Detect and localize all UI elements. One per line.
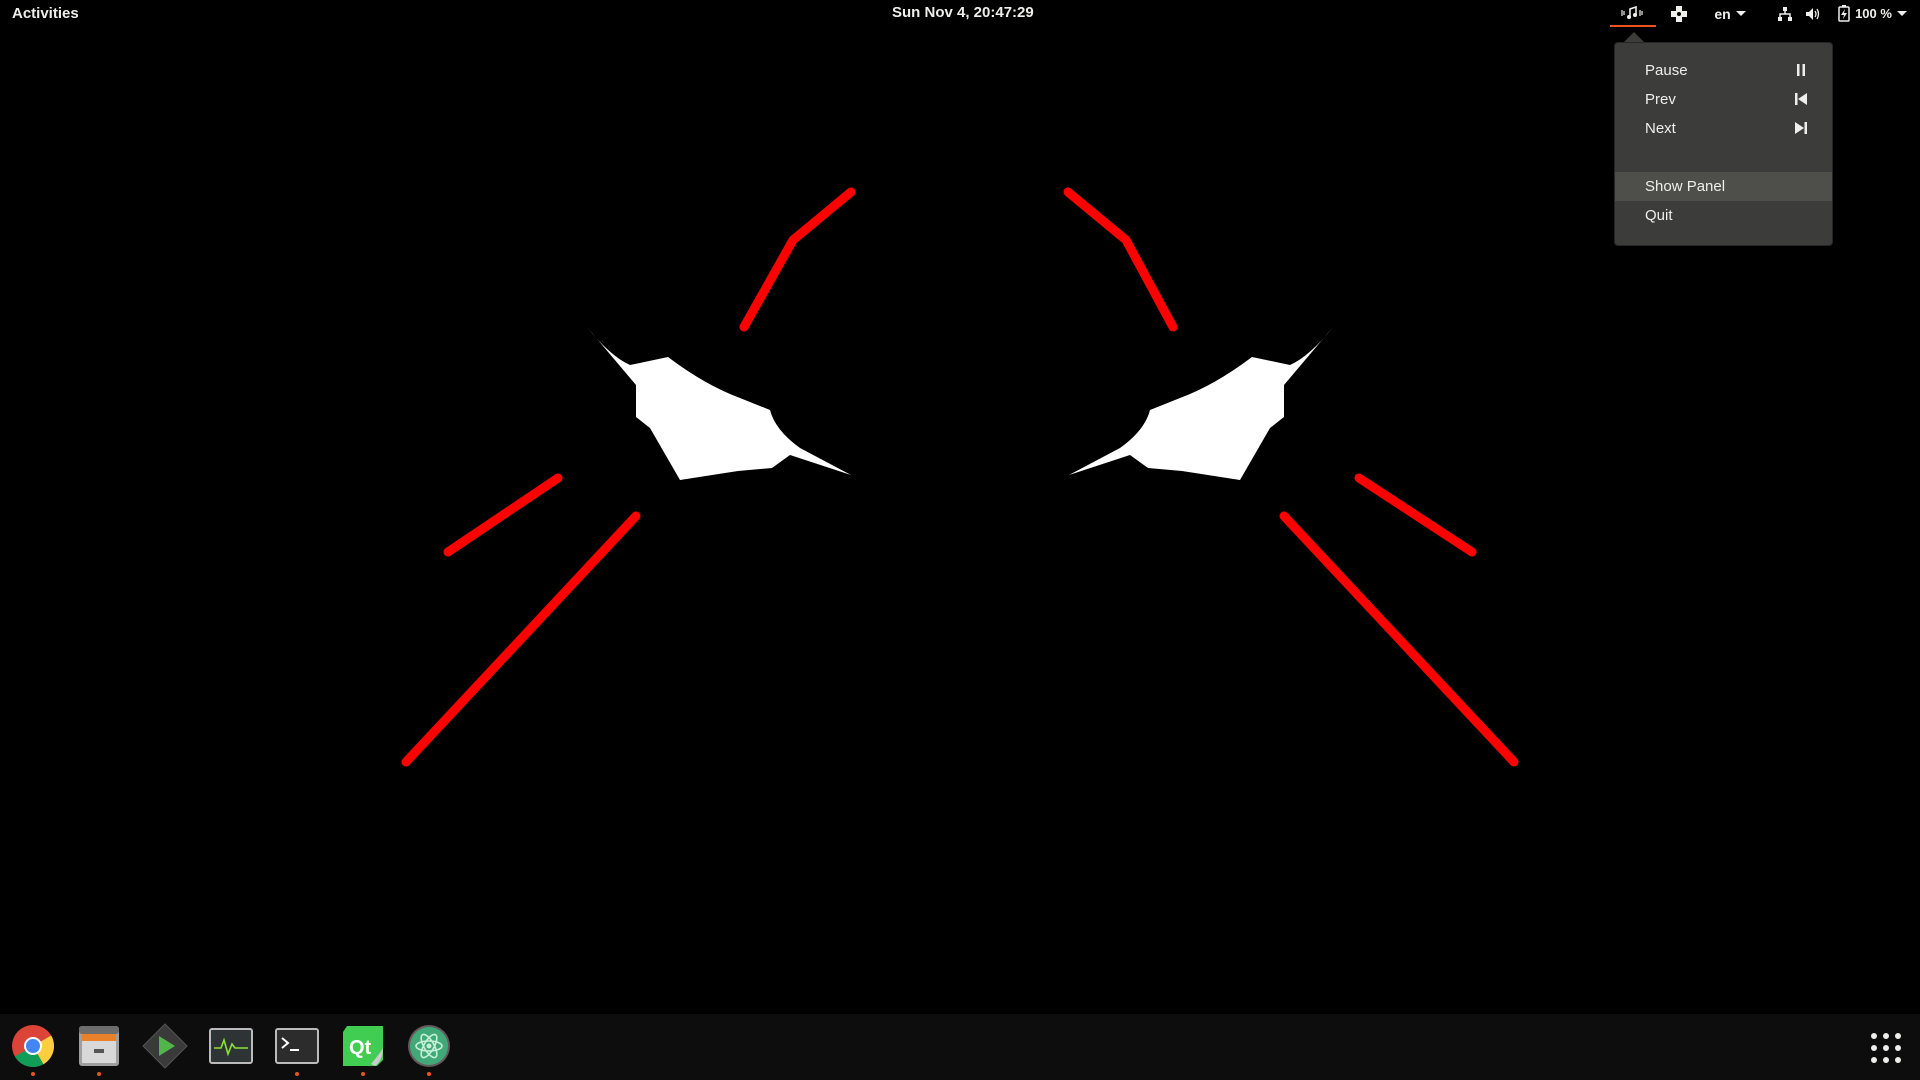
volume-icon	[1806, 7, 1820, 20]
show-applications-icon[interactable]	[1870, 1032, 1902, 1064]
system-menu-button[interactable]: 100 %	[1854, 0, 1908, 27]
terminal-icon	[275, 1028, 319, 1064]
music-popup-menu: Pause Prev Next Show Panel Quit	[1614, 42, 1833, 246]
music-note-icon	[1621, 5, 1643, 19]
dock-app-system-monitor[interactable]	[207, 1022, 255, 1070]
battery-charging-icon	[1838, 5, 1850, 22]
language-indicator[interactable]: en	[1708, 0, 1752, 27]
music-indicator[interactable]	[1610, 0, 1656, 27]
dock-app-chrome[interactable]	[9, 1022, 57, 1076]
skip-next-icon	[1795, 122, 1807, 134]
menu-item-next[interactable]: Next	[1615, 114, 1832, 143]
qt-logo-icon: Qt	[343, 1026, 383, 1066]
menu-item-prev[interactable]: Prev	[1615, 85, 1832, 114]
gamepad-indicator[interactable]	[1666, 0, 1692, 27]
menu-item-show-panel[interactable]: Show Panel	[1615, 172, 1832, 201]
language-label: en	[1714, 5, 1731, 22]
network-wired-icon	[1778, 6, 1792, 21]
running-indicator	[97, 1072, 101, 1076]
system-monitor-icon	[209, 1028, 253, 1064]
running-indicator	[31, 1072, 35, 1076]
menu-item-quit[interactable]: Quit	[1615, 201, 1832, 230]
battery-percent: 100 %	[1855, 6, 1892, 21]
menu-item-pause[interactable]: Pause	[1615, 56, 1832, 85]
running-indicator	[295, 1072, 299, 1076]
menu-item-label: Pause	[1645, 62, 1688, 79]
skip-previous-icon	[1795, 93, 1807, 105]
dock: Qt	[0, 1014, 1920, 1080]
dock-app-qt-creator[interactable]: Qt	[339, 1022, 387, 1076]
network-indicator[interactable]	[1774, 0, 1796, 27]
battery-indicator[interactable]	[1832, 0, 1856, 27]
running-indicator	[361, 1072, 365, 1076]
chevron-down-icon	[1896, 11, 1907, 16]
clock[interactable]: Sun Nov 4, 20:47:29	[892, 4, 1034, 21]
dock-app-emby[interactable]	[141, 1022, 189, 1070]
activities-button[interactable]: Activities	[12, 5, 79, 22]
chevron-down-icon	[1735, 11, 1746, 16]
chrome-icon	[12, 1025, 55, 1068]
running-indicator	[427, 1072, 431, 1076]
volume-indicator[interactable]	[1800, 0, 1824, 27]
atom-icon	[408, 1025, 450, 1067]
menu-item-label: Prev	[1645, 91, 1676, 108]
pause-icon	[1797, 64, 1805, 76]
dock-app-atom[interactable]	[405, 1022, 453, 1076]
file-cabinet-icon	[79, 1026, 119, 1066]
dock-app-files[interactable]	[75, 1022, 123, 1076]
svg-text:Qt: Qt	[349, 1037, 372, 1059]
dock-app-terminal[interactable]	[273, 1022, 321, 1076]
gamepad-icon	[1671, 5, 1687, 22]
menu-item-label: Quit	[1645, 207, 1673, 224]
menu-item-label: Show Panel	[1645, 178, 1726, 195]
menu-pointer	[1624, 32, 1644, 42]
menu-item-label: Next	[1645, 120, 1676, 137]
top-panel: Activities Sun Nov 4, 20:47:29 en 100 %	[0, 0, 1920, 27]
play-diamond-icon	[142, 1023, 188, 1069]
